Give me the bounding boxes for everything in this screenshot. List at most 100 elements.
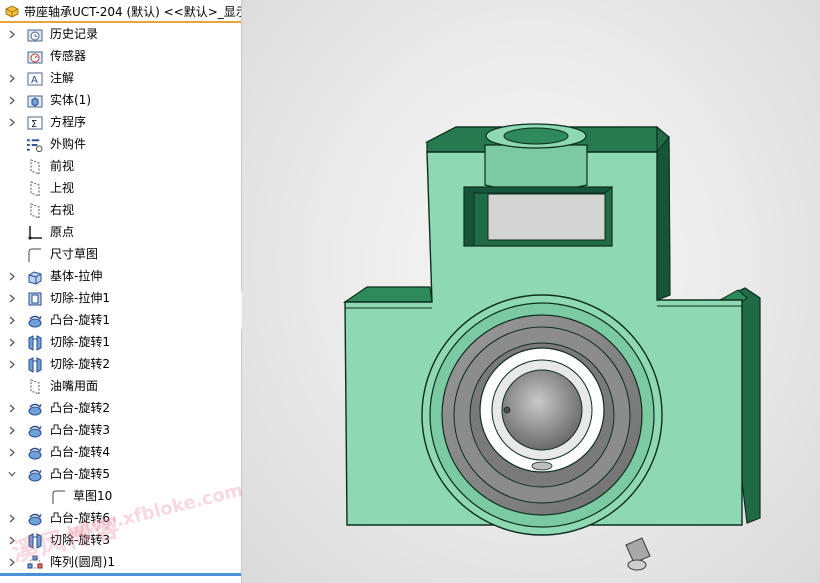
svg-text:Σ: Σ (31, 119, 37, 130)
tree-item[interactable]: 尺寸草图 (0, 243, 241, 265)
tree-item-label: 前视 (50, 159, 75, 173)
tree-item-label: 凸台-旋转3 (50, 423, 110, 437)
chevron-right-icon[interactable] (8, 29, 16, 39)
revolve-cut-icon (26, 356, 43, 373)
chevron-right-icon[interactable] (8, 293, 16, 303)
chevron-right-icon[interactable] (8, 557, 16, 567)
sketch-icon (26, 246, 43, 263)
tree-item[interactable]: 前视 (0, 155, 241, 177)
tree-item-label: 凸台-旋转4 (50, 445, 110, 459)
sketch-icon (50, 488, 67, 505)
chevron-right-icon[interactable] (8, 73, 16, 83)
annotations-icon: A (26, 70, 43, 87)
revolve-boss-icon (26, 400, 43, 417)
tree-item-label: 切除-旋转2 (50, 357, 110, 371)
revolve-cut-icon (26, 532, 43, 549)
equations-icon: Σ (26, 114, 43, 131)
tree-item-label: 阵列(圆周)1 (50, 555, 115, 569)
window-opening (463, 186, 614, 247)
tree-item[interactable]: 基体-拉伸 (0, 265, 241, 287)
bearing-model[interactable] (242, 0, 820, 583)
sensor-folder-icon (26, 48, 43, 65)
plane-icon (26, 378, 43, 395)
tree-item[interactable]: 外购件 (0, 133, 241, 155)
tree-item[interactable]: 阵列(圆周)1 (0, 551, 241, 573)
tree-item-label: 切除-拉伸1 (50, 291, 110, 305)
tree-item[interactable]: 右视 (0, 199, 241, 221)
chevron-right-icon[interactable] (8, 359, 16, 369)
tree-item-label: 凸台-旋转6 (50, 511, 110, 525)
chevron-right-icon[interactable] (8, 535, 16, 545)
tree-item[interactable]: 切除-旋转1 (0, 331, 241, 353)
tree-item[interactable]: 上视 (0, 177, 241, 199)
chevron-right-icon[interactable] (8, 513, 16, 523)
chevron-right-icon[interactable] (8, 447, 16, 457)
tree-item[interactable]: 切除-拉伸1 (0, 287, 241, 309)
tree-item[interactable]: 实体(1) (0, 89, 241, 111)
tree-item[interactable]: 草图10 (0, 485, 241, 507)
tree-item-label: 油嘴用面 (50, 379, 99, 393)
tree-item[interactable]: 凸台-旋转1 (0, 309, 241, 331)
tree-item[interactable]: 凸台-旋转4 (0, 441, 241, 463)
tree-item[interactable]: 凸台-旋转6 (0, 507, 241, 529)
extrude-boss-icon (26, 268, 43, 285)
history-folder-icon (26, 26, 43, 43)
tree-item[interactable]: 传感器 (0, 45, 241, 67)
tree-item[interactable]: 油嘴用面 (0, 375, 241, 397)
top-boss (484, 123, 588, 193)
solid-bodies-icon (26, 92, 43, 109)
revolve-boss-icon (26, 422, 43, 439)
tree-item-label: 切除-旋转1 (50, 335, 110, 349)
tree-item-label: 外购件 (50, 137, 87, 151)
tree-item[interactable]: 切除-旋转2 (0, 353, 241, 375)
tree-item-label: 原点 (50, 225, 75, 239)
tree-item[interactable]: 凸台-旋转5 (0, 463, 241, 485)
revolve-cut-icon (26, 334, 43, 351)
bearing-insert (421, 294, 663, 536)
tree-item[interactable]: Σ 方程序 (0, 111, 241, 133)
chevron-right-icon[interactable] (8, 337, 16, 347)
graphics-viewport[interactable] (242, 0, 820, 583)
revolve-boss-icon (26, 466, 43, 483)
plane-icon (26, 180, 43, 197)
tree-item[interactable]: 凸台-旋转2 (0, 397, 241, 419)
tree-item-label: 上视 (50, 181, 75, 195)
tree-item[interactable]: 凸台-旋转3 (0, 419, 241, 441)
tree-item[interactable]: A 注解 (0, 67, 241, 89)
revolve-boss-icon (26, 510, 43, 527)
tree-item-label: 实体(1) (50, 93, 91, 107)
tree-item-label: 方程序 (50, 115, 87, 129)
tree-item-label: 凸台-旋转5 (50, 467, 110, 481)
chevron-right-icon[interactable] (8, 315, 16, 325)
tree-item[interactable]: 历史记录 (0, 23, 241, 45)
chevron-right-icon[interactable] (8, 425, 16, 435)
tree-item-label: 基体-拉伸 (50, 269, 103, 283)
grease-nipple (625, 537, 651, 571)
left-flange (343, 286, 433, 303)
tree-item-label: 注解 (50, 71, 75, 85)
revolve-boss-icon (26, 444, 43, 461)
tree-item-label: 尺寸草图 (50, 247, 99, 261)
tree-item-label: 右视 (50, 203, 75, 217)
tree-item-label: 凸台-旋转2 (50, 401, 110, 415)
tree-item[interactable]: 切除-旋转3 (0, 529, 241, 551)
tree-item[interactable]: 原点 (0, 221, 241, 243)
chevron-right-icon[interactable] (8, 403, 16, 413)
tree-item-label: 切除-旋转3 (50, 533, 110, 547)
feature-manager-tree: 带座轴承UCT-204 (默认) <<默认>_显示 历史记录传感器 A 注解实体(1… (0, 0, 241, 583)
plane-icon (26, 158, 43, 175)
chevron-right-icon[interactable] (8, 95, 16, 105)
chevron-right-icon[interactable] (8, 271, 16, 281)
part-icon (4, 3, 20, 19)
part-title-bar[interactable]: 带座轴承UCT-204 (默认) <<默认>_显示 (0, 0, 241, 22)
part-title: 带座轴承UCT-204 (默认) <<默认>_显示 (24, 4, 241, 19)
revolve-boss-icon (26, 312, 43, 329)
tree-item-label: 传感器 (50, 49, 87, 63)
feature-tree-list: 历史记录传感器 A 注解实体(1) Σ 方程序外购件前视上视右视原点尺寸草图基体-拉伸切… (0, 23, 241, 573)
tree-item-label: 历史记录 (50, 27, 99, 41)
chevron-down-icon[interactable] (8, 469, 16, 479)
purchased-parts-icon (26, 136, 43, 153)
origin-icon (26, 224, 43, 241)
tree-item-label: 草图10 (73, 489, 113, 503)
chevron-right-icon[interactable] (8, 117, 16, 127)
